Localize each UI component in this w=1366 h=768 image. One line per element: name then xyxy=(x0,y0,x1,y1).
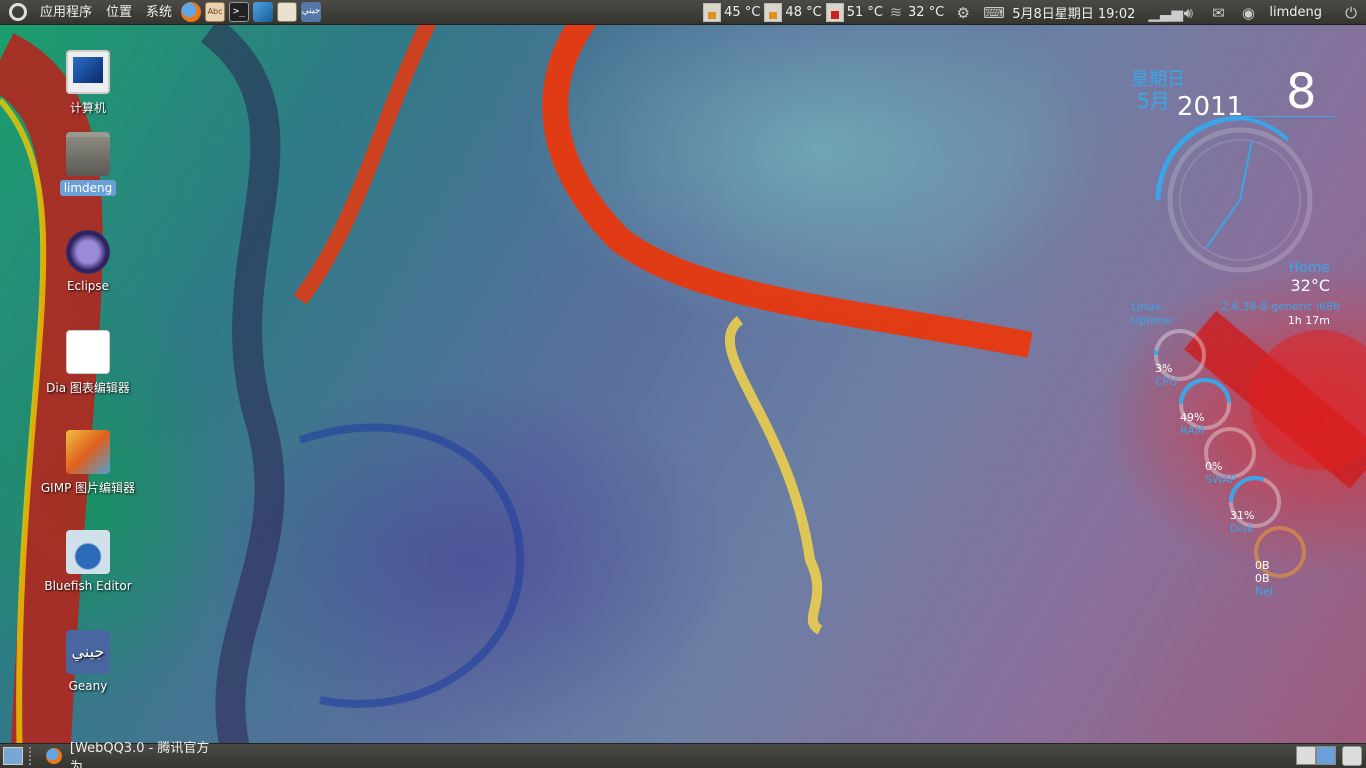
computer-icon xyxy=(66,50,110,94)
mail-icon[interactable]: ✉︎ xyxy=(1208,4,1228,22)
desktop-icon-label: Geany xyxy=(68,679,108,693)
network-manager-icon[interactable]: ⚙ xyxy=(953,4,973,22)
conky-kernel: 2.6.38-8-generic i686 xyxy=(1221,300,1340,313)
net-down-value: 0B xyxy=(1255,559,1270,572)
net-up-value: 0B xyxy=(1255,572,1270,585)
volume-icon[interactable]: 🔊︎ xyxy=(1178,4,1198,22)
signal-strength-icon[interactable]: ▁▃▅ xyxy=(1148,4,1183,22)
keyboard-icon[interactable]: ⌨ xyxy=(983,4,1005,22)
menu-places[interactable]: 位置 xyxy=(99,0,139,25)
ubuntu-logo-icon[interactable] xyxy=(9,3,27,21)
desktop-icon-dia[interactable]: Dia 图表编辑器 xyxy=(33,330,143,397)
desktop-icon-home[interactable]: limdeng xyxy=(33,132,143,196)
desktop-icon-eclipse[interactable]: Eclipse xyxy=(33,230,143,294)
thermometer-hot-icon xyxy=(825,3,844,22)
conky-temperature: 32°C xyxy=(1290,276,1330,295)
desktop-icon-label: limdeng xyxy=(59,180,117,196)
desktop-icon-label: Bluefish Editor xyxy=(44,579,132,593)
firefox-icon[interactable] xyxy=(181,2,202,22)
taskbar-item-label: [WebQQ3.0 - 腾讯官方为... xyxy=(69,741,210,768)
conky-location: Home xyxy=(1288,260,1330,276)
weather-temp-sensor[interactable]: ≋ 32 °C xyxy=(887,3,945,22)
conky-day: 8 xyxy=(1286,64,1317,120)
conky-widget: 星期日 5月 2011 8 Home 32°C Linux 2.6.38-8-g… xyxy=(1120,60,1350,610)
top-panel: 应用程序 位置 系统 Abc >_ جيني 45 °C 48 °C 51 °C… xyxy=(0,0,1366,25)
conky-uptime-label: Uptime: xyxy=(1131,314,1175,327)
gimp-icon xyxy=(66,430,110,474)
abiword-icon[interactable]: Abc xyxy=(205,2,226,22)
desktop-icon-label: Eclipse xyxy=(66,279,110,293)
geany-icon: جيني xyxy=(66,630,110,674)
core-temp-sensor[interactable]: 48 °C xyxy=(764,3,822,22)
sensor-value: 48 °C xyxy=(785,5,822,20)
menu-system[interactable]: 系统 xyxy=(139,0,179,25)
app-icon[interactable] xyxy=(253,2,274,22)
panel-grip[interactable] xyxy=(29,747,34,765)
cpu-label: CPU xyxy=(1155,375,1178,388)
dia-icon xyxy=(66,330,110,374)
cpu-temp-sensor[interactable]: 45 °C xyxy=(703,3,760,22)
firefox-icon xyxy=(46,748,62,764)
ram-label: RAM xyxy=(1180,424,1205,437)
user-status-icon[interactable]: ◉ xyxy=(1238,4,1258,22)
trash-icon[interactable] xyxy=(1342,746,1362,766)
sensor-value: 45 °C xyxy=(724,5,761,20)
home-folder-icon xyxy=(66,132,110,176)
thermometer-icon xyxy=(703,3,722,22)
menu-applications[interactable]: 应用程序 xyxy=(33,0,99,25)
disk-value: 31% xyxy=(1230,509,1255,522)
terminal-icon[interactable]: >_ xyxy=(229,2,250,22)
clock[interactable]: 5月8日星期日 19:02 xyxy=(1012,3,1135,22)
desktop-icon-label: Dia 图表编辑器 xyxy=(46,381,130,395)
workspace-2[interactable] xyxy=(1316,746,1336,765)
conky-month: 5月 xyxy=(1137,89,1170,113)
conky-os: Linux xyxy=(1131,300,1161,313)
cpu-value: 3% xyxy=(1155,362,1173,375)
thermometer-icon xyxy=(764,3,783,22)
ram-value: 49% xyxy=(1180,411,1205,424)
sensor-value: 51 °C xyxy=(846,5,883,20)
conky-divider xyxy=(1240,116,1335,117)
workspace-1[interactable] xyxy=(1296,746,1316,765)
desktop-icon-label: 计算机 xyxy=(69,101,106,115)
user-name[interactable]: limdeng xyxy=(1269,5,1322,20)
workspace-switcher[interactable] xyxy=(1296,746,1336,765)
ram-gauge-fill xyxy=(1179,378,1231,405)
conky-uptime: 1h 17m xyxy=(1287,314,1330,327)
desktop-icon-gimp[interactable]: GIMP 图片编辑器 xyxy=(33,430,143,497)
net-label: Net xyxy=(1255,585,1275,598)
desktop-icon-label: GIMP 图片编辑器 xyxy=(40,481,136,495)
desktop-icon-computer[interactable]: 计算机 xyxy=(33,50,143,117)
eclipse-icon xyxy=(66,230,110,274)
sensor-value: 32 °C xyxy=(907,5,945,20)
swap-value: 0% xyxy=(1205,460,1223,473)
gpu-temp-sensor[interactable]: 51 °C xyxy=(825,3,883,22)
geany-launcher-icon[interactable]: جيني xyxy=(301,2,322,22)
taskbar-item-webqq[interactable]: [WebQQ3.0 - 腾讯官方为... xyxy=(40,741,240,768)
disk-label: Disk xyxy=(1230,522,1254,535)
show-desktop-icon[interactable] xyxy=(3,747,23,765)
weather-icon: ≋ xyxy=(889,3,903,21)
conky-year: 2011 xyxy=(1177,92,1244,122)
bottom-panel: [WebQQ3.0 - 腾讯官方为... xyxy=(0,741,1366,768)
power-icon[interactable]: ⏻ xyxy=(1341,4,1361,22)
swap-label: SWAP xyxy=(1205,473,1237,486)
bluefish-icon xyxy=(66,530,110,574)
text-editor-icon[interactable] xyxy=(277,2,298,22)
desktop-icon-geany[interactable]: جيني Geany xyxy=(33,630,143,694)
desktop-icon-bluefish[interactable]: Bluefish Editor xyxy=(33,530,143,594)
